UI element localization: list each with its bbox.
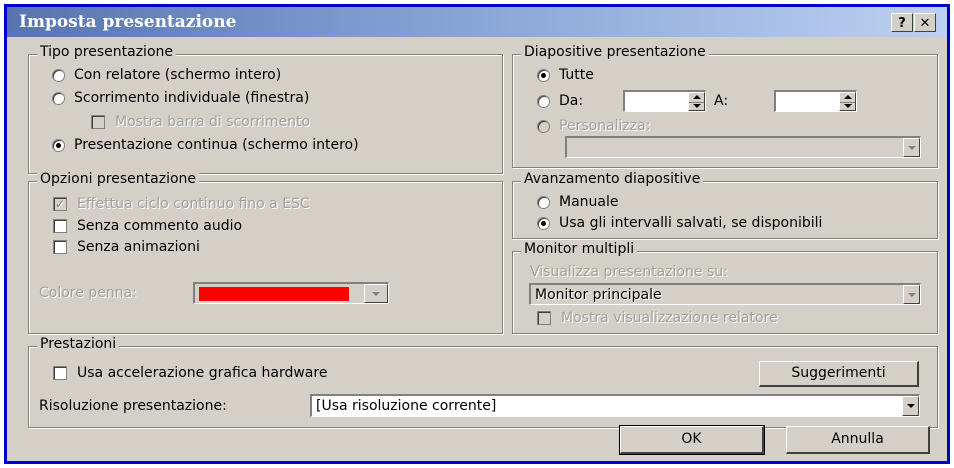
- a-label: A:: [714, 93, 729, 109]
- dropdown-button[interactable]: [364, 284, 388, 303]
- a-label-row: A:: [714, 93, 728, 109]
- close-button[interactable]: ✕: [914, 13, 936, 32]
- diapositive-legend: Diapositive presentazione: [521, 44, 709, 60]
- prestazioni-legend: Prestazioni: [37, 336, 120, 352]
- radio-circle-icon[interactable]: [537, 216, 550, 230]
- radio-presentazione-continua-label: Presentazione continua (schermo intero): [74, 137, 359, 153]
- dialog-body: Tipo presentazione Con relatore (schermo…: [7, 37, 947, 461]
- radio-tutte[interactable]: Tutte: [537, 67, 594, 83]
- checkbox-ciclo-continuo[interactable]: ✓ Effettua ciclo continuo fino a ESC: [53, 196, 310, 212]
- checkbox-senza-commento[interactable]: Senza commento audio: [53, 218, 242, 234]
- help-button[interactable]: ?: [891, 13, 913, 32]
- checkbox-visualizzazione-relatore-label: Mostra visualizzazione relatore: [561, 310, 778, 326]
- spin-up-icon[interactable]: [693, 95, 701, 99]
- risoluzione-dropdown[interactable]: [Usa risoluzione corrente]: [310, 394, 920, 417]
- title-bar[interactable]: Imposta presentazione ? ✕: [7, 7, 947, 37]
- radio-circle-icon[interactable]: [537, 94, 550, 108]
- checkbox-ciclo-continuo-label: Effettua ciclo continuo fino a ESC: [77, 196, 310, 212]
- risoluzione-value: [Usa risoluzione corrente]: [316, 398, 497, 414]
- dialog-title: Imposta presentazione: [19, 12, 237, 32]
- colore-penna-picker[interactable]: [193, 282, 389, 304]
- avanzamento-legend: Avanzamento diapositive: [521, 171, 704, 187]
- colore-penna-label-row: Colore penna:: [39, 285, 137, 301]
- annulla-button[interactable]: Annulla: [786, 426, 930, 454]
- checkbox-barra-scorrimento[interactable]: Mostra barra di scorrimento: [91, 114, 310, 130]
- checkbox-accelerazione-hardware[interactable]: Usa accelerazione grafica hardware: [53, 365, 327, 381]
- checkbox-senza-animazioni-label: Senza animazioni: [77, 239, 200, 255]
- radio-intervalli-salvati[interactable]: Usa gli intervalli salvati, se disponibi…: [537, 215, 822, 231]
- chevron-down-icon: [907, 292, 916, 297]
- dropdown-button[interactable]: [902, 396, 919, 416]
- tipo-presentazione-legend: Tipo presentazione: [37, 44, 176, 60]
- visualizza-su-label-row: Visualizza presentazione su:: [530, 264, 728, 280]
- chevron-down-icon: [907, 145, 916, 150]
- spin-up-icon[interactable]: [844, 95, 852, 99]
- colore-penna-label: Colore penna:: [39, 285, 137, 301]
- radio-tutte-label: Tutte: [559, 67, 594, 83]
- checkbox-senza-commento-label: Senza commento audio: [77, 218, 243, 234]
- checkbox-icon[interactable]: [91, 115, 105, 129]
- ok-button[interactable]: OK: [619, 425, 765, 455]
- visualizza-su-label: Visualizza presentazione su:: [530, 264, 728, 280]
- spin-down-icon[interactable]: [693, 104, 701, 108]
- radio-scorrimento-label: Scorrimento individuale (finestra): [74, 90, 310, 106]
- checkbox-icon[interactable]: [53, 366, 67, 380]
- risoluzione-label: Risoluzione presentazione:: [39, 398, 227, 414]
- monitor-value: Monitor principale: [535, 287, 662, 303]
- radio-manuale[interactable]: Manuale: [537, 194, 619, 210]
- monitor-dropdown[interactable]: Monitor principale: [529, 283, 921, 305]
- radio-circle-icon[interactable]: [52, 68, 65, 82]
- radio-scorrimento-individuale[interactable]: Scorrimento individuale (finestra): [52, 90, 309, 106]
- dropdown-button[interactable]: [903, 285, 920, 304]
- pen-color-swatch: [199, 287, 349, 301]
- personalizza-dropdown[interactable]: [565, 136, 921, 158]
- checkbox-accelerazione-label: Usa accelerazione grafica hardware: [77, 365, 328, 381]
- checkbox-checked-icon[interactable]: ✓: [53, 197, 67, 211]
- chevron-down-icon: [906, 404, 915, 408]
- checkbox-icon[interactable]: [537, 311, 551, 325]
- a-spinner[interactable]: [774, 90, 857, 112]
- da-spin-buttons[interactable]: [688, 92, 705, 111]
- radio-personalizza[interactable]: Personalizza:: [537, 118, 650, 134]
- radio-circle-icon[interactable]: [52, 91, 65, 105]
- checkbox-icon[interactable]: [53, 240, 67, 254]
- checkbox-icon[interactable]: [53, 219, 67, 233]
- radio-circle-icon[interactable]: [537, 195, 550, 209]
- monitor-legend: Monitor multipli: [521, 241, 638, 257]
- checkbox-barra-scorrimento-label: Mostra barra di scorrimento: [115, 114, 311, 130]
- opzioni-legend: Opzioni presentazione: [37, 171, 200, 187]
- da-spinner[interactable]: [623, 90, 706, 112]
- a-spin-buttons[interactable]: [839, 92, 856, 111]
- radio-con-relatore[interactable]: Con relatore (schermo intero): [52, 67, 281, 83]
- dropdown-button[interactable]: [903, 138, 920, 157]
- radio-presentazione-continua[interactable]: Presentazione continua (schermo intero): [52, 137, 359, 153]
- radio-da[interactable]: Da:: [537, 93, 583, 109]
- radio-intervalli-salvati-label: Usa gli intervalli salvati, se disponibi…: [559, 215, 823, 231]
- suggerimenti-button[interactable]: Suggerimenti: [759, 361, 919, 387]
- checkbox-senza-animazioni[interactable]: Senza animazioni: [53, 239, 200, 255]
- spin-down-icon[interactable]: [844, 104, 852, 108]
- radio-circle-icon[interactable]: [52, 138, 65, 152]
- radio-da-label: Da:: [559, 93, 584, 109]
- radio-circle-icon[interactable]: [537, 119, 550, 133]
- radio-manuale-label: Manuale: [559, 194, 619, 210]
- risoluzione-label-row: Risoluzione presentazione:: [39, 398, 227, 414]
- radio-con-relatore-label: Con relatore (schermo intero): [74, 67, 282, 83]
- checkbox-visualizzazione-relatore[interactable]: Mostra visualizzazione relatore: [537, 310, 778, 326]
- radio-personalizza-label: Personalizza:: [559, 118, 651, 134]
- chevron-down-icon: [372, 291, 380, 296]
- radio-circle-icon[interactable]: [537, 68, 550, 82]
